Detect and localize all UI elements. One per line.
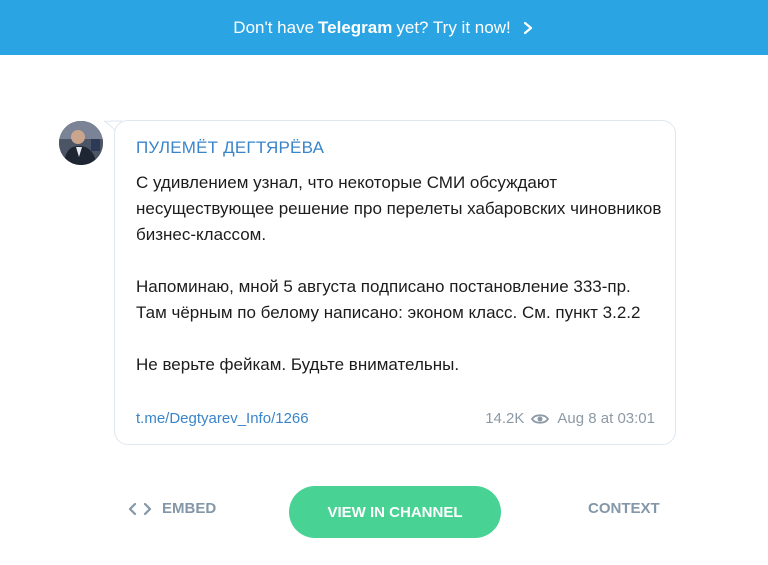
try-telegram-banner[interactable]: Don't have Telegram yet? Try it now! [0,0,768,55]
message-paragraph-1: С удивлением узнал, что некоторые СМИ об… [136,173,662,244]
channel-avatar[interactable] [59,121,103,165]
eye-icon [531,413,550,424]
post-date[interactable]: Aug 8 at 03:01 [557,410,655,427]
channel-name[interactable]: ПУЛЕМЁТ ДЕГТЯРЁВА [136,138,324,158]
chevron-right-icon [523,21,532,34]
banner-prefix: Don't have [233,17,315,37]
view-in-channel-button[interactable]: VIEW IN CHANNEL [289,486,501,538]
message-paragraph-2: Напоминаю, мной 5 августа подписано пост… [136,277,641,322]
embed-button[interactable]: EMBED [128,500,216,517]
banner-suffix: yet? Try it now! [396,17,511,37]
message-text: С удивлением узнал, что некоторые СМИ об… [136,170,666,378]
banner-brand: Telegram [318,17,393,37]
avatar-photo [59,121,103,165]
code-icon [128,502,152,515]
post-meta: 14.2K Aug 8 at 03:01 [485,410,655,427]
post-link[interactable]: t.me/Degtyarev_Info/1266 [136,410,309,427]
views-count: 14.2K [485,410,525,427]
embed-label: EMBED [162,500,217,517]
message-paragraph-3: Не верьте фейкам. Будьте внимательны. [136,355,460,374]
context-button[interactable]: CONTEXT [588,500,660,517]
view-in-channel-label: VIEW IN CHANNEL [327,503,463,521]
